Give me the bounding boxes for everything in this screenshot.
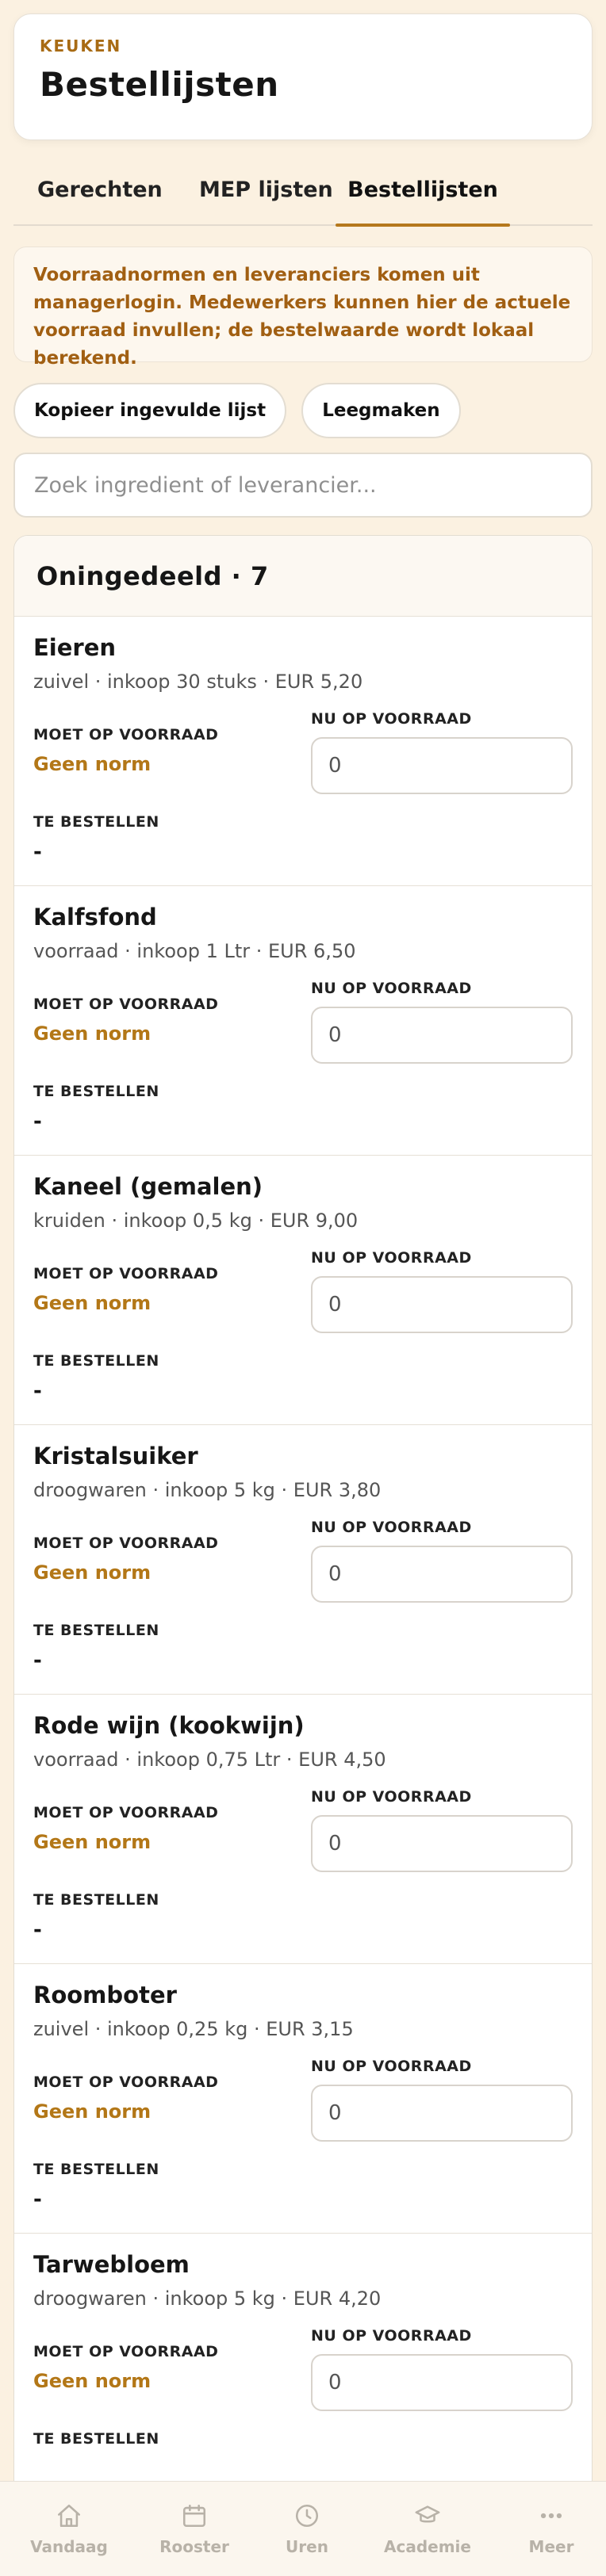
clock-icon	[295, 2504, 319, 2528]
page-title: Bestellijsten	[40, 65, 279, 104]
list-item: Eieren zuivel · inkoop 30 stuks · EUR 5,…	[14, 617, 592, 886]
order-label: TE BESTELLEN	[33, 1083, 159, 1100]
page: KEUKEN Bestellijsten Gerechten MEP lijst…	[13, 13, 593, 2548]
nav-label: Vandaag	[30, 2537, 108, 2556]
order-value: -	[33, 840, 42, 864]
copy-list-button[interactable]: Kopieer ingevulde lijst	[13, 383, 287, 438]
group-header: Oningedeeld · 7	[14, 536, 592, 617]
norm-label: MOET OP VOORRAAD	[33, 996, 219, 1013]
order-label: TE BESTELLEN	[33, 2161, 159, 2178]
item-name: Roomboter	[33, 1982, 177, 2008]
norm-value: Geen norm	[33, 1831, 152, 1853]
nav-item-vandaag[interactable]: Vandaag	[17, 2502, 121, 2556]
norm-label: MOET OP VOORRAAD	[33, 1535, 219, 1552]
norm-value: Geen norm	[33, 2370, 152, 2392]
nav-label: Uren	[286, 2537, 328, 2556]
order-value: -	[33, 2188, 42, 2211]
tab-bar: Gerechten MEP lijsten Bestellijsten	[13, 172, 593, 227]
clear-button[interactable]: Leegmaken	[301, 383, 461, 438]
action-bar: Kopieer ingevulde lijst Leegmaken	[13, 383, 593, 438]
item-meta: droogwaren · inkoop 5 kg · EUR 3,80	[33, 1479, 382, 1501]
section-eyebrow: KEUKEN	[40, 36, 122, 55]
stock-input[interactable]	[311, 737, 573, 794]
item-name: Kalfsfond	[33, 904, 157, 931]
bottom-nav: Vandaag Rooster Uren Academie Meer	[0, 2481, 606, 2576]
nav-item-meer[interactable]: Meer	[500, 2502, 603, 2556]
calendar-icon	[182, 2504, 206, 2528]
graduation-cap-icon	[415, 2505, 440, 2523]
item-name: Tarwebloem	[33, 2251, 190, 2278]
nav-label: Rooster	[159, 2537, 229, 2556]
stock-input[interactable]	[311, 1546, 573, 1603]
nav-item-academie[interactable]: Academie	[376, 2502, 479, 2556]
more-dots-icon	[540, 2513, 562, 2519]
nav-item-uren[interactable]: Uren	[255, 2502, 359, 2556]
order-value: -	[33, 1918, 42, 1942]
norm-label: MOET OP VOORRAAD	[33, 1804, 219, 1821]
tab-mep-lijsten[interactable]: MEP lijsten	[199, 172, 333, 224]
order-label: TE BESTELLEN	[33, 1622, 159, 1639]
stock-input[interactable]	[311, 1276, 573, 1333]
tab-bestellijsten[interactable]: Bestellijsten	[336, 172, 510, 227]
home-icon	[57, 2504, 81, 2528]
norm-label: MOET OP VOORRAAD	[33, 2343, 219, 2360]
tab-gerechten[interactable]: Gerechten	[37, 172, 163, 224]
order-value: -	[33, 1110, 42, 1133]
stock-label: NU OP VOORRAAD	[311, 1519, 472, 1536]
list-item: Kaneel (gemalen) kruiden · inkoop 0,5 kg…	[14, 1156, 592, 1425]
norm-label: MOET OP VOORRAAD	[33, 726, 219, 743]
item-meta: voorraad · inkoop 1 Ltr · EUR 6,50	[33, 940, 356, 962]
item-name: Rode wijn (kookwijn)	[33, 1712, 305, 1739]
nav-item-rooster[interactable]: Rooster	[143, 2502, 246, 2556]
item-meta: voorraad · inkoop 0,75 Ltr · EUR 4,50	[33, 1749, 386, 1771]
stock-input[interactable]	[311, 1815, 573, 1872]
order-label: TE BESTELLEN	[33, 1352, 159, 1370]
item-meta: zuivel · inkoop 0,25 kg · EUR 3,15	[33, 2018, 354, 2040]
nav-label: Meer	[528, 2537, 574, 2556]
norm-value: Geen norm	[33, 1022, 152, 1045]
norm-value: Geen norm	[33, 753, 152, 775]
nav-label: Academie	[384, 2537, 471, 2556]
norm-value: Geen norm	[33, 1292, 152, 1314]
order-value: -	[33, 1649, 42, 1672]
search-box	[13, 453, 593, 518]
item-meta: kruiden · inkoop 0,5 kg · EUR 9,00	[33, 1210, 359, 1232]
item-name: Eieren	[33, 634, 117, 661]
search-input[interactable]	[34, 472, 572, 498]
ingredient-list: Oningedeeld · 7 Eieren zuivel · inkoop 3…	[13, 535, 593, 2548]
stock-label: NU OP VOORRAAD	[311, 710, 472, 728]
stock-label: NU OP VOORRAAD	[311, 2058, 472, 2075]
list-item: Kristalsuiker droogwaren · inkoop 5 kg ·…	[14, 1425, 592, 1695]
stock-input[interactable]	[311, 1007, 573, 1064]
stock-label: NU OP VOORRAAD	[311, 2327, 472, 2345]
stock-input[interactable]	[311, 2354, 573, 2411]
list-item: Rode wijn (kookwijn) voorraad · inkoop 0…	[14, 1695, 592, 1964]
norm-value: Geen norm	[33, 2100, 152, 2123]
order-value: -	[33, 1379, 42, 1403]
header-card: KEUKEN Bestellijsten	[13, 13, 593, 140]
list-item: Tarwebloem droogwaren · inkoop 5 kg · EU…	[14, 2234, 592, 2503]
item-name: Kristalsuiker	[33, 1443, 198, 1470]
item-meta: zuivel · inkoop 30 stuks · EUR 5,20	[33, 671, 363, 693]
item-meta: droogwaren · inkoop 5 kg · EUR 4,20	[33, 2287, 382, 2310]
order-label: TE BESTELLEN	[33, 2430, 159, 2448]
item-name: Kaneel (gemalen)	[33, 1173, 263, 1200]
list-item: Kalfsfond voorraad · inkoop 1 Ltr · EUR …	[14, 886, 592, 1156]
stock-label: NU OP VOORRAAD	[311, 980, 472, 997]
stock-label: NU OP VOORRAAD	[311, 1249, 472, 1267]
order-label: TE BESTELLEN	[33, 1891, 159, 1909]
stock-label: NU OP VOORRAAD	[311, 1788, 472, 1806]
norm-label: MOET OP VOORRAAD	[33, 1265, 219, 1282]
order-label: TE BESTELLEN	[33, 813, 159, 831]
norm-label: MOET OP VOORRAAD	[33, 2073, 219, 2091]
list-item: Roomboter zuivel · inkoop 0,25 kg · EUR …	[14, 1964, 592, 2234]
info-notice: Voorraadnormen en leveranciers komen uit…	[13, 247, 593, 369]
norm-value: Geen norm	[33, 1561, 152, 1584]
stock-input[interactable]	[311, 2085, 573, 2142]
